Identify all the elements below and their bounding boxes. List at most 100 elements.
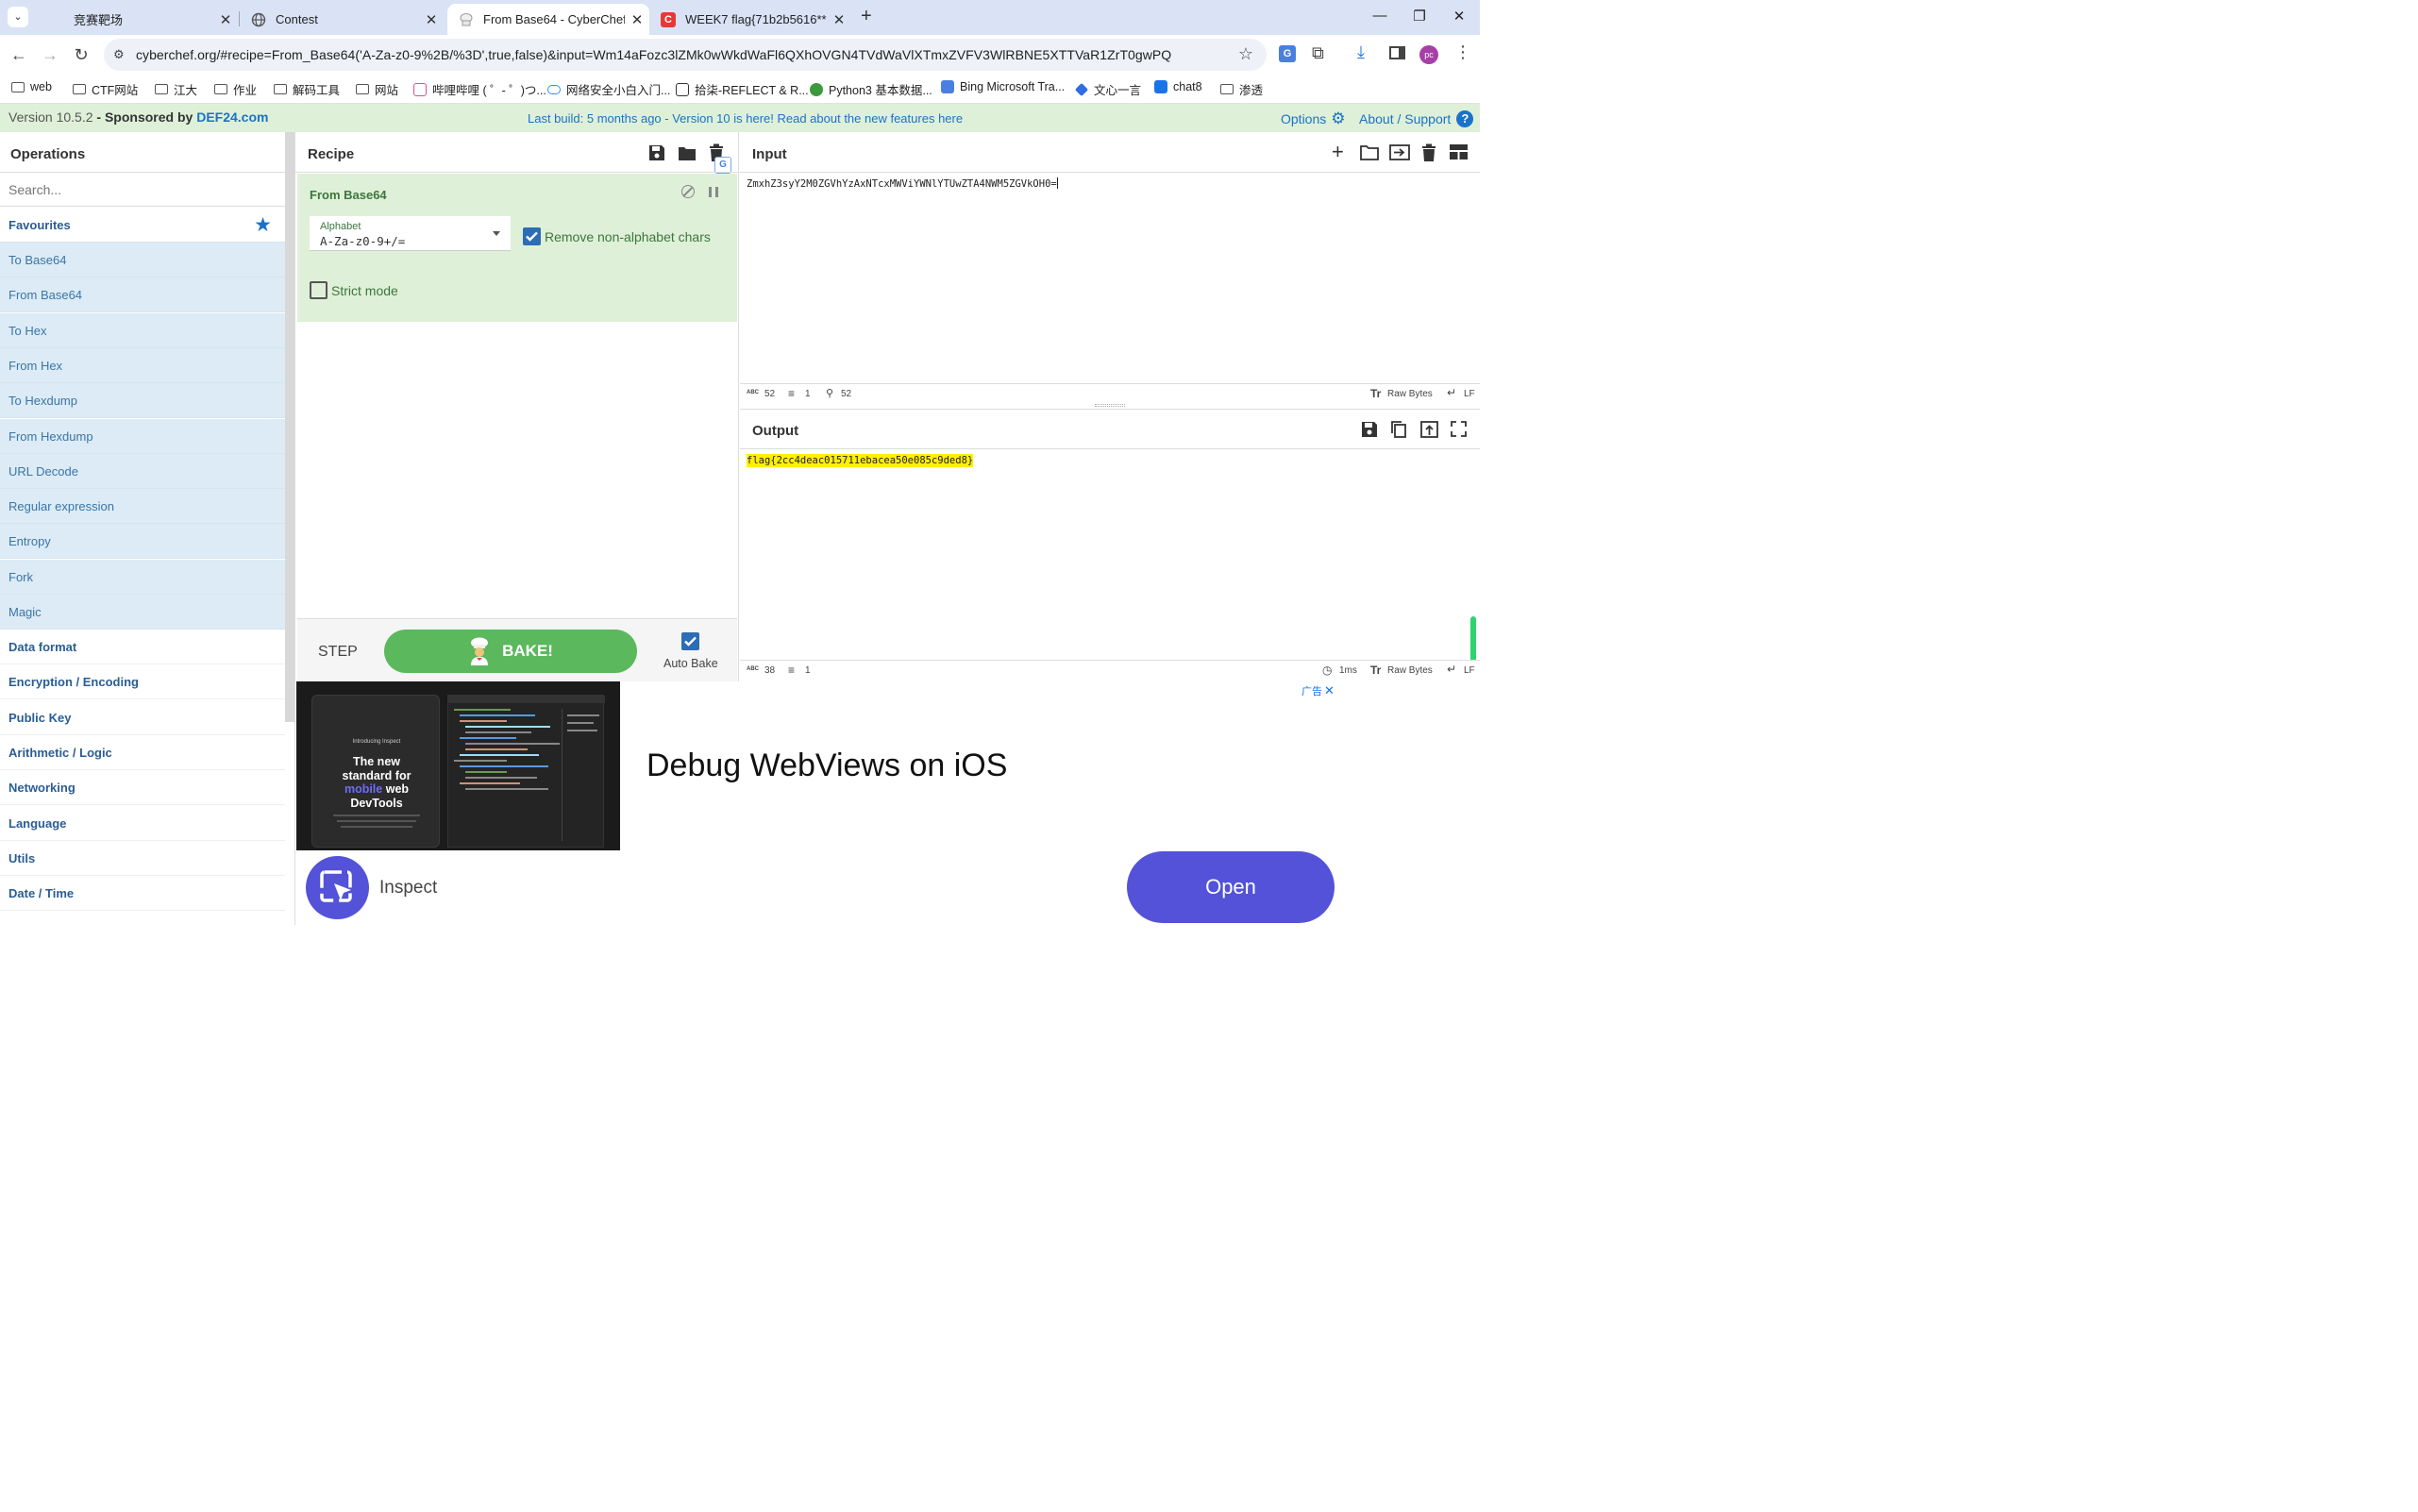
ad-headline[interactable]: Debug WebViews on iOS: [646, 748, 1007, 784]
new-tab-button[interactable]: +: [861, 7, 872, 25]
bookmark-folder[interactable]: CTF网站: [73, 80, 138, 98]
bookmark-link[interactable]: 文心一言: [1074, 80, 1141, 98]
operation-item[interactable]: Regular expression: [0, 489, 285, 525]
clear-input-icon[interactable]: [1421, 143, 1436, 161]
bookmark-link[interactable]: 拾柒-REFLECT & R...: [676, 80, 809, 98]
operation-item[interactable]: From Hex: [0, 347, 285, 383]
operation-item[interactable]: URL Decode: [0, 453, 285, 489]
menu-kebab-icon[interactable]: ⋮: [1454, 42, 1471, 62]
restore-icon[interactable]: ❐: [1401, 8, 1438, 25]
address-bar[interactable]: ⚙ cyberchef.org/#recipe=From_Base64('A-Z…: [104, 39, 1267, 71]
close-icon[interactable]: ✕: [419, 11, 444, 28]
operation-item[interactable]: From Base64: [0, 277, 285, 313]
build-notes-link[interactable]: here: [938, 111, 963, 126]
extensions-icon[interactable]: ⧉: [1312, 43, 1324, 63]
alphabet-select[interactable]: Alphabet A-Za-z0-9+/=: [310, 216, 511, 251]
remove-non-alphabet-checkbox[interactable]: [523, 227, 541, 245]
output-text[interactable]: flag{2cc4deac015711ebacea50e085c9ded8}: [747, 454, 974, 467]
operation-item[interactable]: Fork: [0, 559, 285, 595]
auto-bake-checkbox[interactable]: [681, 632, 699, 650]
operation-category[interactable]: Public Key: [0, 700, 285, 735]
window-close-icon[interactable]: ✕: [1440, 8, 1478, 25]
ad-open-button[interactable]: Open: [1127, 851, 1335, 923]
operation-category[interactable]: Arithmetic / Logic: [0, 735, 285, 770]
operations-scrollbar[interactable]: [285, 132, 294, 722]
replace-input-icon[interactable]: [1420, 421, 1438, 438]
about-support-button[interactable]: About / Support ?: [1359, 110, 1474, 127]
operation-item[interactable]: Entropy: [0, 524, 285, 560]
downloads-icon[interactable]: ⤓: [1357, 42, 1365, 62]
bookmark-link[interactable]: Bing Microsoft Tra...: [941, 80, 1065, 93]
text-encoding-icon[interactable]: Tr: [1370, 387, 1381, 400]
open-folder-icon[interactable]: [1360, 144, 1379, 160]
sponsor-link[interactable]: DEF24.com: [196, 109, 268, 125]
operation-item[interactable]: To Base64: [0, 243, 285, 277]
site-info-icon[interactable]: ⚙: [113, 47, 125, 62]
layout-icon[interactable]: [1450, 144, 1468, 160]
operation-item[interactable]: From Hexdump: [0, 418, 285, 454]
bookmark-folder[interactable]: 作业: [214, 80, 257, 98]
tab-1[interactable]: 竞赛靶场 ✕: [38, 4, 238, 35]
forward-icon[interactable]: →: [40, 44, 60, 65]
operation-category[interactable]: Utils: [0, 841, 285, 876]
load-recipe-icon[interactable]: [678, 144, 697, 161]
bookmark-folder[interactable]: 渗透: [1220, 80, 1263, 98]
open-file-icon[interactable]: [1389, 144, 1410, 160]
close-icon[interactable]: ✕: [827, 11, 851, 28]
bookmark-link[interactable]: 网络安全小白入门...: [547, 80, 670, 98]
bake-button[interactable]: BAKE!: [384, 630, 637, 673]
close-icon[interactable]: ✕: [213, 11, 238, 28]
url-text[interactable]: cyberchef.org/#recipe=From_Base64('A-Za-…: [136, 47, 1171, 62]
eol-icon[interactable]: ↵: [1447, 663, 1456, 676]
favourites-category[interactable]: Favourites ★: [0, 208, 285, 243]
step-button[interactable]: STEP: [318, 644, 358, 661]
bookmark-link[interactable]: chat8: [1154, 80, 1202, 93]
operation-item[interactable]: To Hexdump: [0, 383, 285, 419]
output-scrollbar[interactable]: [1470, 616, 1476, 664]
star-icon[interactable]: ★: [254, 213, 272, 237]
input-textarea[interactable]: ZmxhZ3syY2M0ZGVhYzAxNTcxMWViYWNlYTUwZTA4…: [747, 177, 1473, 385]
ad-image[interactable]: Introducing Inspect The new standard for…: [296, 681, 620, 850]
profile-avatar[interactable]: pc: [1419, 45, 1438, 64]
output-eol[interactable]: LF: [1464, 665, 1475, 676]
ad-brand[interactable]: Inspect: [379, 878, 437, 899]
save-recipe-icon[interactable]: [648, 144, 665, 161]
input-eol[interactable]: LF: [1464, 389, 1475, 399]
copy-output-icon[interactable]: [1390, 420, 1407, 439]
operation-category[interactable]: Language: [0, 806, 285, 841]
eol-icon[interactable]: ↵: [1447, 386, 1456, 399]
text-encoding-icon[interactable]: Tr: [1370, 664, 1381, 677]
save-output-icon[interactable]: [1361, 421, 1378, 438]
pane-resize-handle[interactable]: [1095, 404, 1125, 407]
tab-search-button[interactable]: ⌄: [8, 7, 28, 27]
operation-category[interactable]: Networking: [0, 770, 285, 806]
input-encoding[interactable]: Raw Bytes: [1387, 389, 1433, 399]
side-panel-icon[interactable]: [1389, 46, 1405, 59]
strict-mode-checkbox[interactable]: [310, 281, 327, 299]
ad-close-icon[interactable]: ✕: [1324, 683, 1335, 698]
tab-2[interactable]: Contest ✕: [240, 4, 444, 35]
bookmark-link[interactable]: Python3 基本数据...: [810, 80, 932, 98]
minimize-icon[interactable]: —: [1361, 8, 1399, 24]
bookmark-star-icon[interactable]: ☆: [1238, 44, 1253, 64]
output-encoding[interactable]: Raw Bytes: [1387, 665, 1433, 676]
recipe-operation-card[interactable]: From Base64 Alphabet A-Za-z0-9+/= Remove…: [297, 174, 737, 322]
reload-icon[interactable]: ↻: [71, 44, 92, 65]
operation-category[interactable]: Data format: [0, 630, 285, 664]
options-button[interactable]: Options ⚙: [1281, 110, 1346, 126]
maximise-icon[interactable]: [1451, 421, 1467, 437]
disable-operation-icon[interactable]: [681, 185, 695, 198]
bookmark-folder[interactable]: 江大: [155, 80, 197, 98]
tab-4[interactable]: C WEEK7 flag{71b2b5616**2a4 ✕: [649, 4, 851, 35]
bookmark-link[interactable]: 哔哩哔哩 ( ゜- ゜)つ...: [413, 80, 546, 98]
bookmark-folder[interactable]: 网站: [356, 80, 398, 98]
bookmark-folder[interactable]: web: [11, 80, 52, 93]
tab-3-active[interactable]: From Base64 - CyberChef ✕: [447, 4, 649, 35]
operation-item[interactable]: To Hex: [0, 312, 285, 348]
pause-operation-icon[interactable]: [709, 187, 718, 197]
add-tab-icon[interactable]: +: [1332, 142, 1344, 162]
advertisement[interactable]: Introducing Inspect The new standard for…: [295, 681, 1335, 925]
close-icon[interactable]: ✕: [625, 11, 649, 28]
back-icon[interactable]: ←: [8, 44, 29, 65]
operations-search-input[interactable]: [0, 173, 285, 207]
